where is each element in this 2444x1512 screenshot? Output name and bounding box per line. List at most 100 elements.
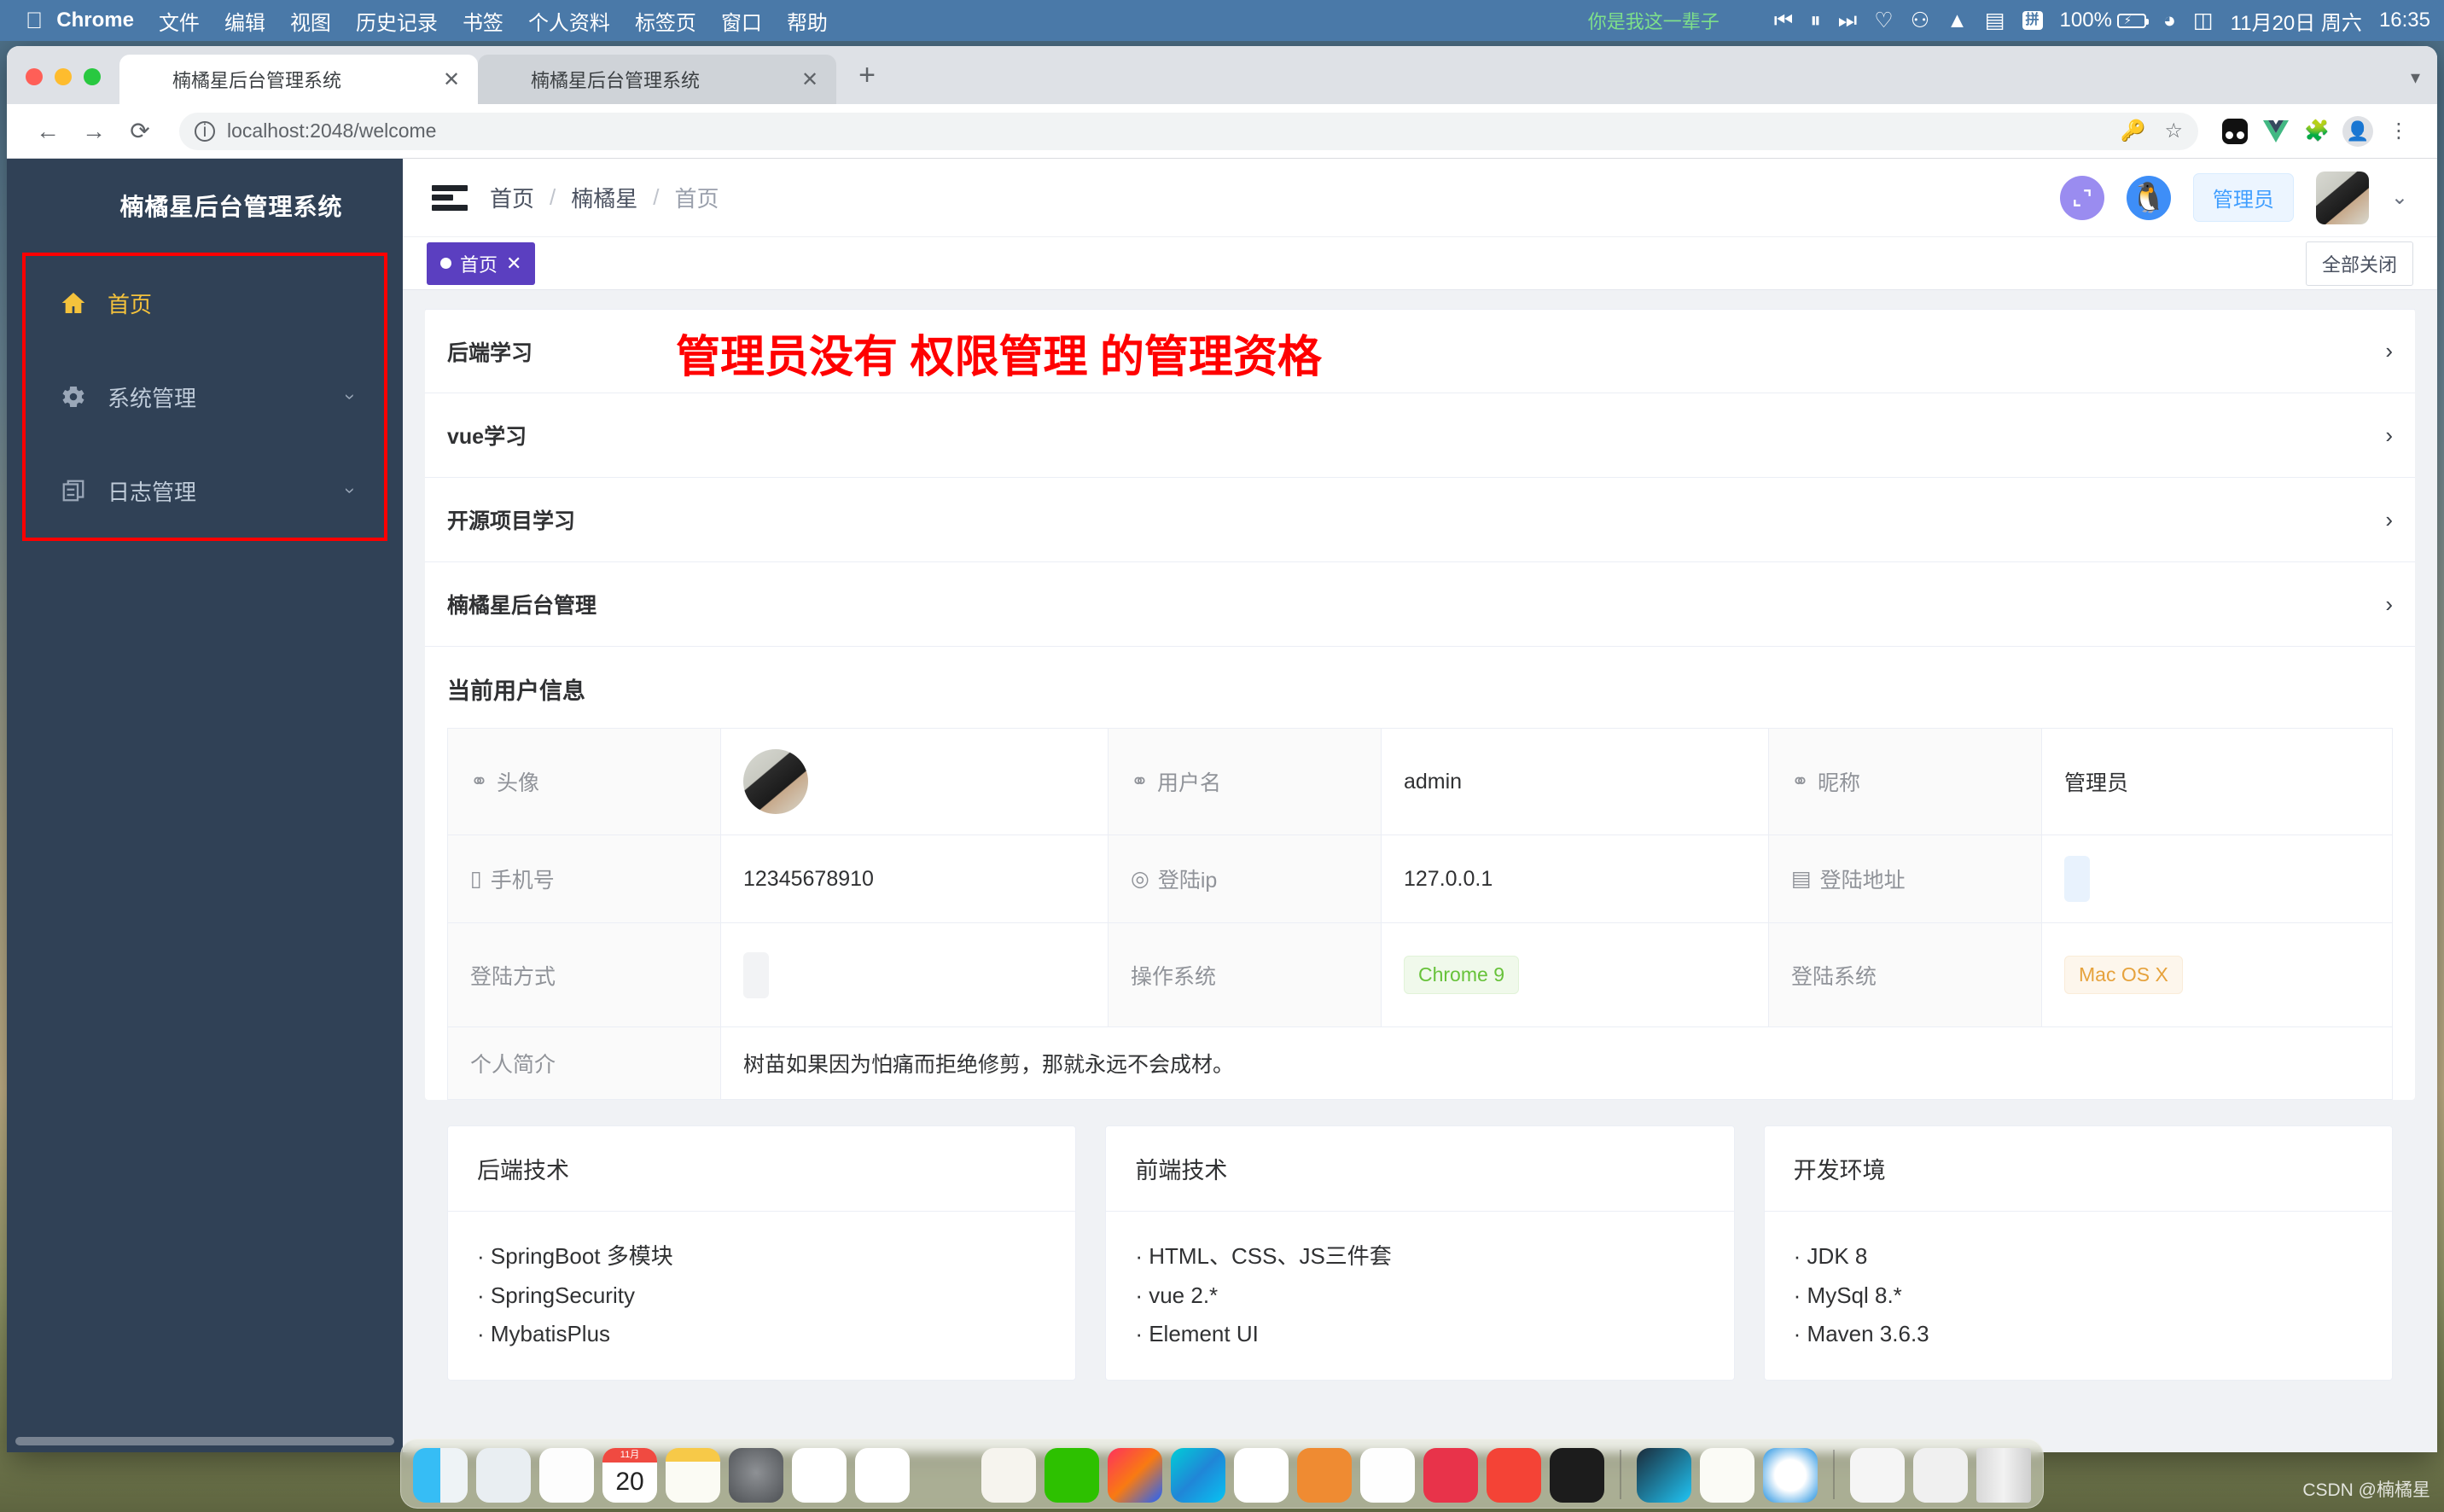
menu-bookmarks[interactable]: 书签	[463, 6, 503, 36]
sidebar-item-system-management[interactable]: 系统管理 ›	[26, 350, 384, 444]
dock-app-launchpad[interactable]	[476, 1448, 531, 1503]
dock-app-vscode[interactable]	[1234, 1448, 1289, 1503]
close-all-tags-button[interactable]: 全部关闭	[2305, 241, 2413, 286]
dock-app-safari[interactable]	[1763, 1448, 1818, 1503]
menu-window[interactable]: 窗口	[721, 6, 762, 36]
page-tag-home[interactable]: 首页 ✕	[427, 241, 536, 285]
breadcrumb-item-0[interactable]: 首页	[490, 182, 534, 213]
user-avatar[interactable]	[2315, 171, 2369, 224]
menu-edit[interactable]: 编辑	[224, 6, 265, 36]
reload-button[interactable]: ⟳	[119, 111, 160, 152]
sidebar-item-home[interactable]: 首页	[26, 256, 384, 350]
dock-app-photos[interactable]	[539, 1448, 594, 1503]
screenshot-watermark: CSDN @楠橘星	[2302, 1480, 2430, 1500]
list-item: · MybatisPlus	[477, 1321, 611, 1346]
breadcrumb-item-1[interactable]: 楠橘星	[571, 182, 637, 213]
dock-stack-documents[interactable]	[1850, 1448, 1905, 1503]
next-track-icon[interactable]: ⏭	[1838, 9, 1858, 33]
profile-avatar-icon[interactable]: 👤	[2340, 113, 2376, 149]
dock-app-pages[interactable]	[1700, 1448, 1754, 1503]
forward-button[interactable]: →	[73, 111, 114, 152]
dock-app-books[interactable]	[1487, 1448, 1541, 1503]
page-tag-close-icon[interactable]: ✕	[506, 253, 521, 275]
airdrop-icon[interactable]: ⚇	[1911, 8, 1929, 33]
bookmark-star-icon[interactable]: ☆	[2164, 119, 2183, 143]
browser-tab-1-close-icon[interactable]: ✕	[439, 67, 464, 92]
cell-value-bio: 树苗如果因为怕痛而拒绝修剪，那就永远不会成材。	[743, 1053, 1235, 1077]
minimize-window-button[interactable]	[55, 68, 72, 85]
dock-app-webstorm[interactable]	[1171, 1448, 1225, 1503]
wifi-icon[interactable]: ◕	[2163, 9, 2176, 33]
new-tab-button[interactable]: +	[848, 59, 886, 104]
collapse-menu-icon[interactable]	[432, 184, 468, 211]
dock-app-finder[interactable]	[413, 1448, 468, 1503]
menu-view[interactable]: 视图	[290, 6, 331, 36]
menu-profile[interactable]: 个人资料	[528, 6, 610, 36]
dock-app-system-preferences[interactable]	[729, 1448, 783, 1503]
vue-devtools-icon[interactable]	[2258, 113, 2294, 149]
cell-value-phone: 12345678910	[721, 835, 1109, 922]
key-icon[interactable]: 🔑	[2121, 119, 2146, 143]
browser-tab-1[interactable]: 楠橘星后台管理系统 ✕	[119, 55, 478, 104]
dock-stack-excel-doc[interactable]	[1913, 1448, 1968, 1503]
dock-app-wechat[interactable]	[1045, 1448, 1099, 1503]
dock-app-notes[interactable]	[666, 1448, 720, 1503]
collapse-item-vue-study[interactable]: vue学习 ›	[425, 393, 2415, 478]
chevron-down-icon[interactable]: ⌄	[2391, 185, 2408, 210]
tabstrip-expand-icon[interactable]: ▾	[2411, 67, 2437, 104]
heart-icon[interactable]: ♡	[1874, 8, 1893, 33]
window-manager-icon[interactable]: ▤	[1985, 8, 2005, 33]
browser-tab-2[interactable]: 楠橘星后台管理系统 ✕	[478, 55, 836, 104]
apple-icon[interactable]: 	[26, 9, 43, 32]
menu-chrome[interactable]: Chrome	[56, 9, 134, 32]
dock-app-typora[interactable]	[981, 1448, 1036, 1503]
menu-file[interactable]: 文件	[159, 6, 200, 36]
list-item: · SpringBoot 多模块	[477, 1243, 673, 1269]
dock-trash[interactable]	[1976, 1448, 2031, 1503]
menubar-time: 16:35	[2378, 9, 2430, 32]
browser-tab-2-close-icon[interactable]: ✕	[797, 67, 823, 92]
app-brand[interactable]: 楠橘星后台管理系统	[7, 159, 403, 253]
close-window-button[interactable]	[26, 68, 43, 85]
pocket-icon[interactable]	[2217, 113, 2253, 149]
role-badge[interactable]: 管理员	[2192, 173, 2294, 222]
back-button[interactable]: ←	[27, 111, 68, 152]
site-info-icon[interactable]: i	[195, 120, 215, 142]
menu-tabs[interactable]: 标签页	[635, 6, 696, 36]
fullscreen-icon[interactable]	[2059, 175, 2104, 220]
sidebar-scrollbar[interactable]	[15, 1437, 394, 1445]
dock-app-firefox-dev[interactable]	[1423, 1448, 1478, 1503]
battery-status[interactable]: 100%	[2060, 9, 2149, 32]
dock-app-sublime[interactable]	[1297, 1448, 1352, 1503]
menu-help[interactable]: 帮助	[787, 6, 828, 36]
sidebar-item-log-management[interactable]: 日志管理 ›	[26, 444, 384, 538]
dock-app-terminal[interactable]	[1550, 1448, 1604, 1503]
control-center-icon[interactable]: ◫	[2193, 8, 2214, 33]
dock-app-calendar[interactable]: 11月 20	[602, 1448, 657, 1503]
dock-app-postman[interactable]	[1360, 1448, 1415, 1503]
chevron-down-icon[interactable]: ›	[339, 393, 361, 399]
dock-app-qq[interactable]	[918, 1448, 973, 1503]
chevron-down-icon[interactable]: ›	[339, 487, 361, 493]
dock-app-chrome[interactable]	[855, 1448, 910, 1503]
ime-indicator[interactable]: 拼	[2022, 11, 2043, 30]
tech-cards: 后端技术 · SpringBoot 多模块 · SpringSecurity ·…	[425, 1100, 2415, 1381]
dock-app-xmind[interactable]	[1637, 1448, 1691, 1503]
menu-history[interactable]: 历史记录	[356, 6, 438, 36]
dock-app-intellij-idea[interactable]	[1108, 1448, 1162, 1503]
calendar-month-label: 11月	[602, 1448, 657, 1463]
dock-app-music[interactable]	[792, 1448, 847, 1503]
collapse-item-admin-system[interactable]: 楠橘星后台管理 ›	[425, 562, 2415, 647]
chevron-right-icon: ›	[2385, 422, 2393, 448]
puzzle-extensions-icon[interactable]: 🧩	[2299, 113, 2335, 149]
user-avatar-large	[743, 749, 808, 814]
notification-bell-icon[interactable]: ▲	[1946, 9, 1968, 33]
browser-menu-icon[interactable]: ⋮	[2381, 113, 2417, 149]
pause-icon[interactable]: ⏸	[1810, 9, 1821, 33]
page-content: 管理员没有 权限管理 的管理资格 后端学习 › vue学习 › 开源项目学习 ›	[403, 290, 2437, 1452]
maximize-window-button[interactable]	[84, 68, 101, 85]
github-icon[interactable]: 🐧	[2126, 175, 2171, 220]
prev-track-icon[interactable]: ⏮	[1774, 9, 1794, 33]
collapse-item-opensource-study[interactable]: 开源项目学习 ›	[425, 478, 2415, 562]
address-bar[interactable]: i localhost:2048/welcome 🔑 ☆	[179, 112, 2198, 150]
